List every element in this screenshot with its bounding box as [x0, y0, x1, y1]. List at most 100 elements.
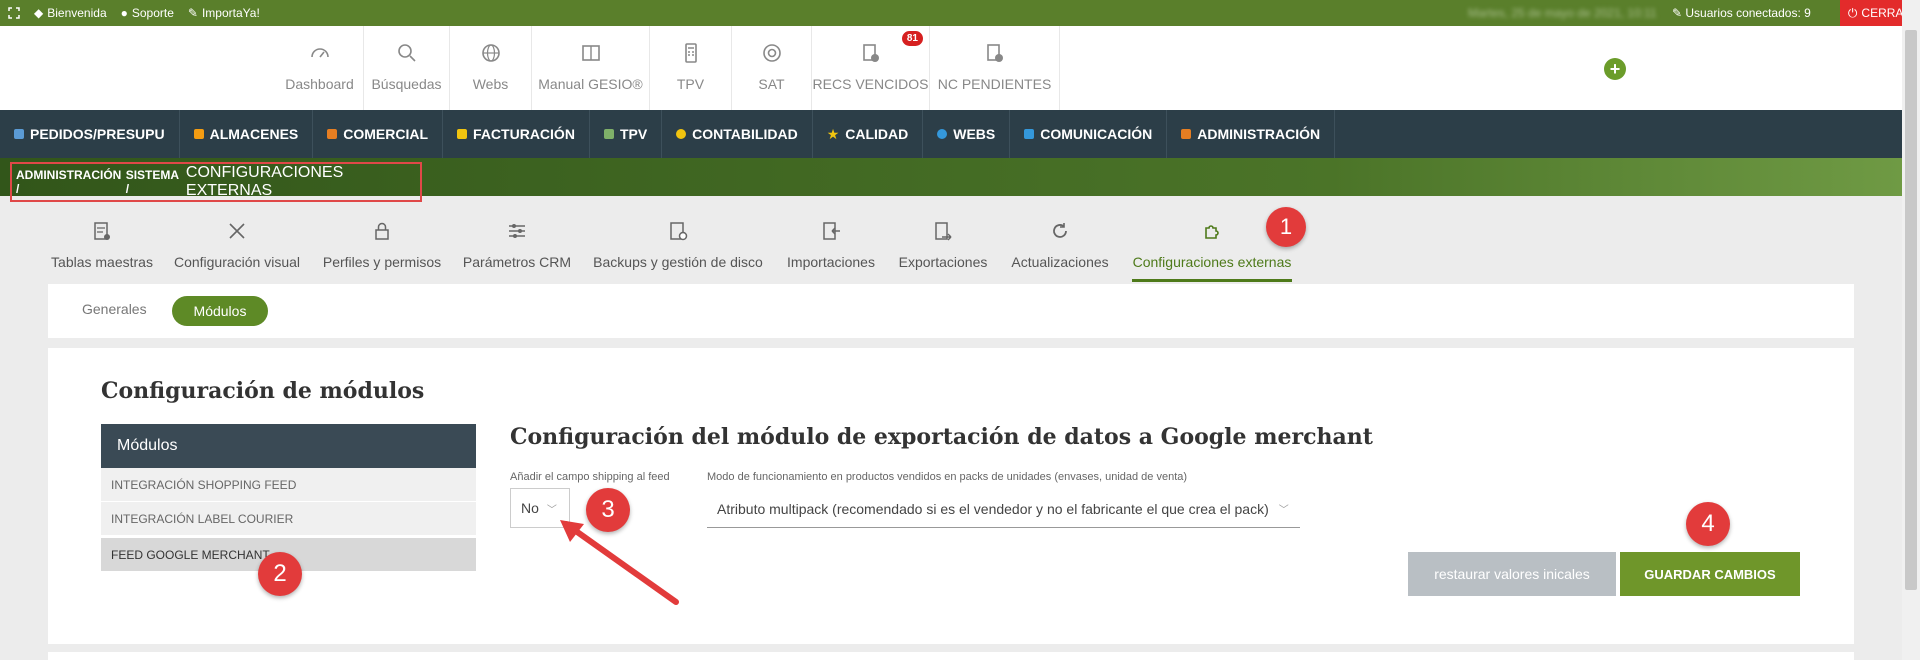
pos-terminal-icon — [684, 43, 697, 63]
gears-icon — [1181, 129, 1192, 139]
breadcrumb-current: CONFIGURACIONES EXTERNAS — [185, 164, 344, 199]
tools-icon — [229, 223, 245, 239]
importaya-link[interactable]: ✎ ImportaYa! — [188, 6, 260, 20]
tab-actualizaciones[interactable]: Actualizaciones — [1008, 216, 1112, 282]
annotation-marker-2: 2 — [258, 552, 302, 596]
bottom-panel — [48, 652, 1854, 660]
nav-calidad-label: CALIDAD — [845, 126, 909, 142]
toolbar-manual[interactable]: Manual GESIO® — [532, 26, 650, 110]
nav-webs[interactable]: WEBS — [923, 110, 1011, 158]
nav-comercial-label: COMERCIAL — [343, 126, 429, 142]
breadcrumb: ADMINISTRACIÓN / SISTEMA / CONFIGURACION… — [10, 162, 422, 202]
receipt-icon — [986, 44, 1003, 62]
module-item-shopping-feed[interactable]: INTEGRACIÓN SHOPPING FEED — [101, 468, 476, 502]
support-icon: ● — [120, 6, 128, 20]
breadcrumb-administracion[interactable]: ADMINISTRACIÓN / — [16, 168, 122, 196]
nav-calidad[interactable]: ★ CALIDAD — [813, 110, 924, 158]
toolbar-busquedas[interactable]: Búsquedas — [364, 26, 450, 110]
nav-contabilidad[interactable]: CONTABILIDAD — [662, 110, 813, 158]
lifebuoy-icon — [762, 44, 781, 62]
toolbar-tpv[interactable]: TPV — [650, 26, 732, 110]
pill-modulos[interactable]: Módulos — [172, 296, 268, 326]
box-icon — [193, 129, 204, 139]
sliders-icon — [509, 224, 525, 238]
chat-icon — [1024, 129, 1035, 139]
top-bar: ◆ Bienvenida ● Soporte ✎ ImportaYa! Martes,… — [0, 0, 1920, 26]
shipping-select-value: No — [521, 500, 539, 516]
module-title: Configuración del módulo de exportación … — [510, 424, 1373, 450]
pill-generales[interactable]: Generales — [82, 301, 147, 317]
welcome-label: Bienvenida — [47, 6, 107, 20]
recs-vencidos-badge: 81 — [901, 31, 923, 46]
tab-configuraciones-externas-label: Configuraciones externas — [1132, 254, 1292, 270]
nav-tpv[interactable]: TPV — [590, 110, 663, 158]
pill-panel — [48, 284, 1854, 338]
tab-configuracion-visual-label: Configuración visual — [173, 254, 301, 270]
puzzle-icon — [1205, 225, 1219, 239]
mode-select-value: Atributo multipack (recomendado si es el… — [717, 500, 1269, 517]
module-item-label-courier[interactable]: INTEGRACIÓN LABEL COURIER — [101, 502, 476, 536]
toolbar-busquedas-label: Búsquedas — [371, 76, 442, 92]
toolbar-webs[interactable]: Webs — [450, 26, 532, 110]
nav-facturacion[interactable]: FACTURACIÓN — [443, 110, 590, 158]
tab-parametros-crm[interactable]: Parámetros CRM — [462, 216, 572, 282]
connected-users-label: Usuarios conectados: 9 — [1685, 6, 1811, 20]
tab-tablas-maestras-label: Tablas maestras — [51, 254, 153, 270]
modules-header: Módulos — [101, 424, 476, 468]
toolbar-dashboard[interactable]: Dashboard — [276, 26, 364, 110]
toolbar-tpv-label: TPV — [676, 76, 705, 92]
plug-icon: ✎ — [1672, 6, 1686, 20]
scrollbar-thumb[interactable] — [1905, 30, 1917, 590]
toolbar-recs-vencidos[interactable]: RECS VENCIDOS 81 — [812, 26, 930, 110]
briefcase-icon — [327, 129, 338, 139]
nav-comunicacion-label: COMUNICACIÓN — [1040, 126, 1153, 142]
nav-administracion[interactable]: ADMINISTRACIÓN — [1167, 110, 1336, 158]
tab-backups[interactable]: Backups y gestión de disco — [592, 216, 764, 282]
nav-comunicacion[interactable]: COMUNICACIÓN — [1010, 110, 1168, 158]
annotation-marker-4: 4 — [1686, 502, 1730, 546]
nav-facturacion-label: FACTURACIÓN — [473, 126, 575, 142]
mode-label: Modo de funcionamiento en productos vend… — [707, 471, 1188, 483]
nav-comercial[interactable]: COMERCIAL — [313, 110, 444, 158]
toolbar-nc-pendientes[interactable]: NC PENDIENTES — [930, 26, 1060, 110]
tab-exportaciones-label: Exportaciones — [898, 254, 988, 270]
date-text: Martes, 25 de mayo de 2021, 10:11 — [1468, 6, 1657, 20]
nav-pedidos-label: PEDIDOS/PRESUPU — [30, 126, 165, 142]
breadcrumb-sistema[interactable]: SISTEMA / — [126, 168, 182, 196]
restore-defaults-button[interactable]: restaurar valores inicales — [1408, 552, 1616, 596]
gauge-icon — [310, 48, 329, 58]
save-changes-button[interactable]: GUARDAR CAMBIOS — [1620, 552, 1800, 596]
importaya-label: ImportaYa! — [201, 6, 260, 20]
support-link[interactable]: ● Soporte — [121, 6, 174, 20]
table-gear-icon — [94, 222, 110, 240]
mode-select[interactable]: Atributo multipack (recomendado si es el… — [707, 490, 1300, 528]
connected-users: ✎ Usuarios conectados: 9 — [1672, 6, 1811, 20]
refresh-icon — [1053, 223, 1067, 238]
fullscreen-icon[interactable] — [8, 7, 20, 19]
nav-almacenes[interactable]: ALMACENES — [180, 110, 314, 158]
diamond-icon: ◆ — [34, 6, 44, 20]
star-icon: ★ — [826, 125, 840, 142]
config-title: Configuración de módulos — [101, 378, 425, 404]
chevron-down-icon: ﹀ — [1278, 505, 1289, 516]
receipt-icon — [862, 44, 879, 62]
chevron-down-icon: ﹀ — [546, 504, 557, 516]
tab-configuracion-visual[interactable]: Configuración visual — [172, 216, 302, 282]
tab-perfiles-permisos-label: Perfiles y permisos — [322, 254, 442, 270]
tab-perfiles-permisos[interactable]: Perfiles y permisos — [322, 216, 442, 282]
pos-terminal-icon — [603, 129, 614, 139]
tab-exportaciones[interactable]: Exportaciones — [896, 216, 990, 282]
add-icon[interactable]: + — [1604, 58, 1626, 80]
plug-icon: ✎ — [187, 6, 198, 20]
nav-almacenes-label: ALMACENES — [209, 126, 299, 142]
annotation-marker-1: 1 — [1266, 207, 1306, 247]
nav-pedidos[interactable]: PEDIDOS/PRESUPU — [0, 110, 180, 158]
tab-importaciones[interactable]: Importaciones — [784, 216, 878, 282]
welcome-link[interactable]: ◆ Bienvenida — [34, 6, 107, 20]
toolbar-webs-label: Webs — [472, 76, 509, 92]
tab-tablas-maestras[interactable]: Tablas maestras — [46, 216, 158, 282]
globe-icon — [481, 44, 500, 62]
support-label: Soporte — [131, 6, 174, 20]
toolbar-sat[interactable]: SAT — [732, 26, 812, 110]
shipping-label: Añadir el campo shipping al feed — [510, 471, 670, 483]
